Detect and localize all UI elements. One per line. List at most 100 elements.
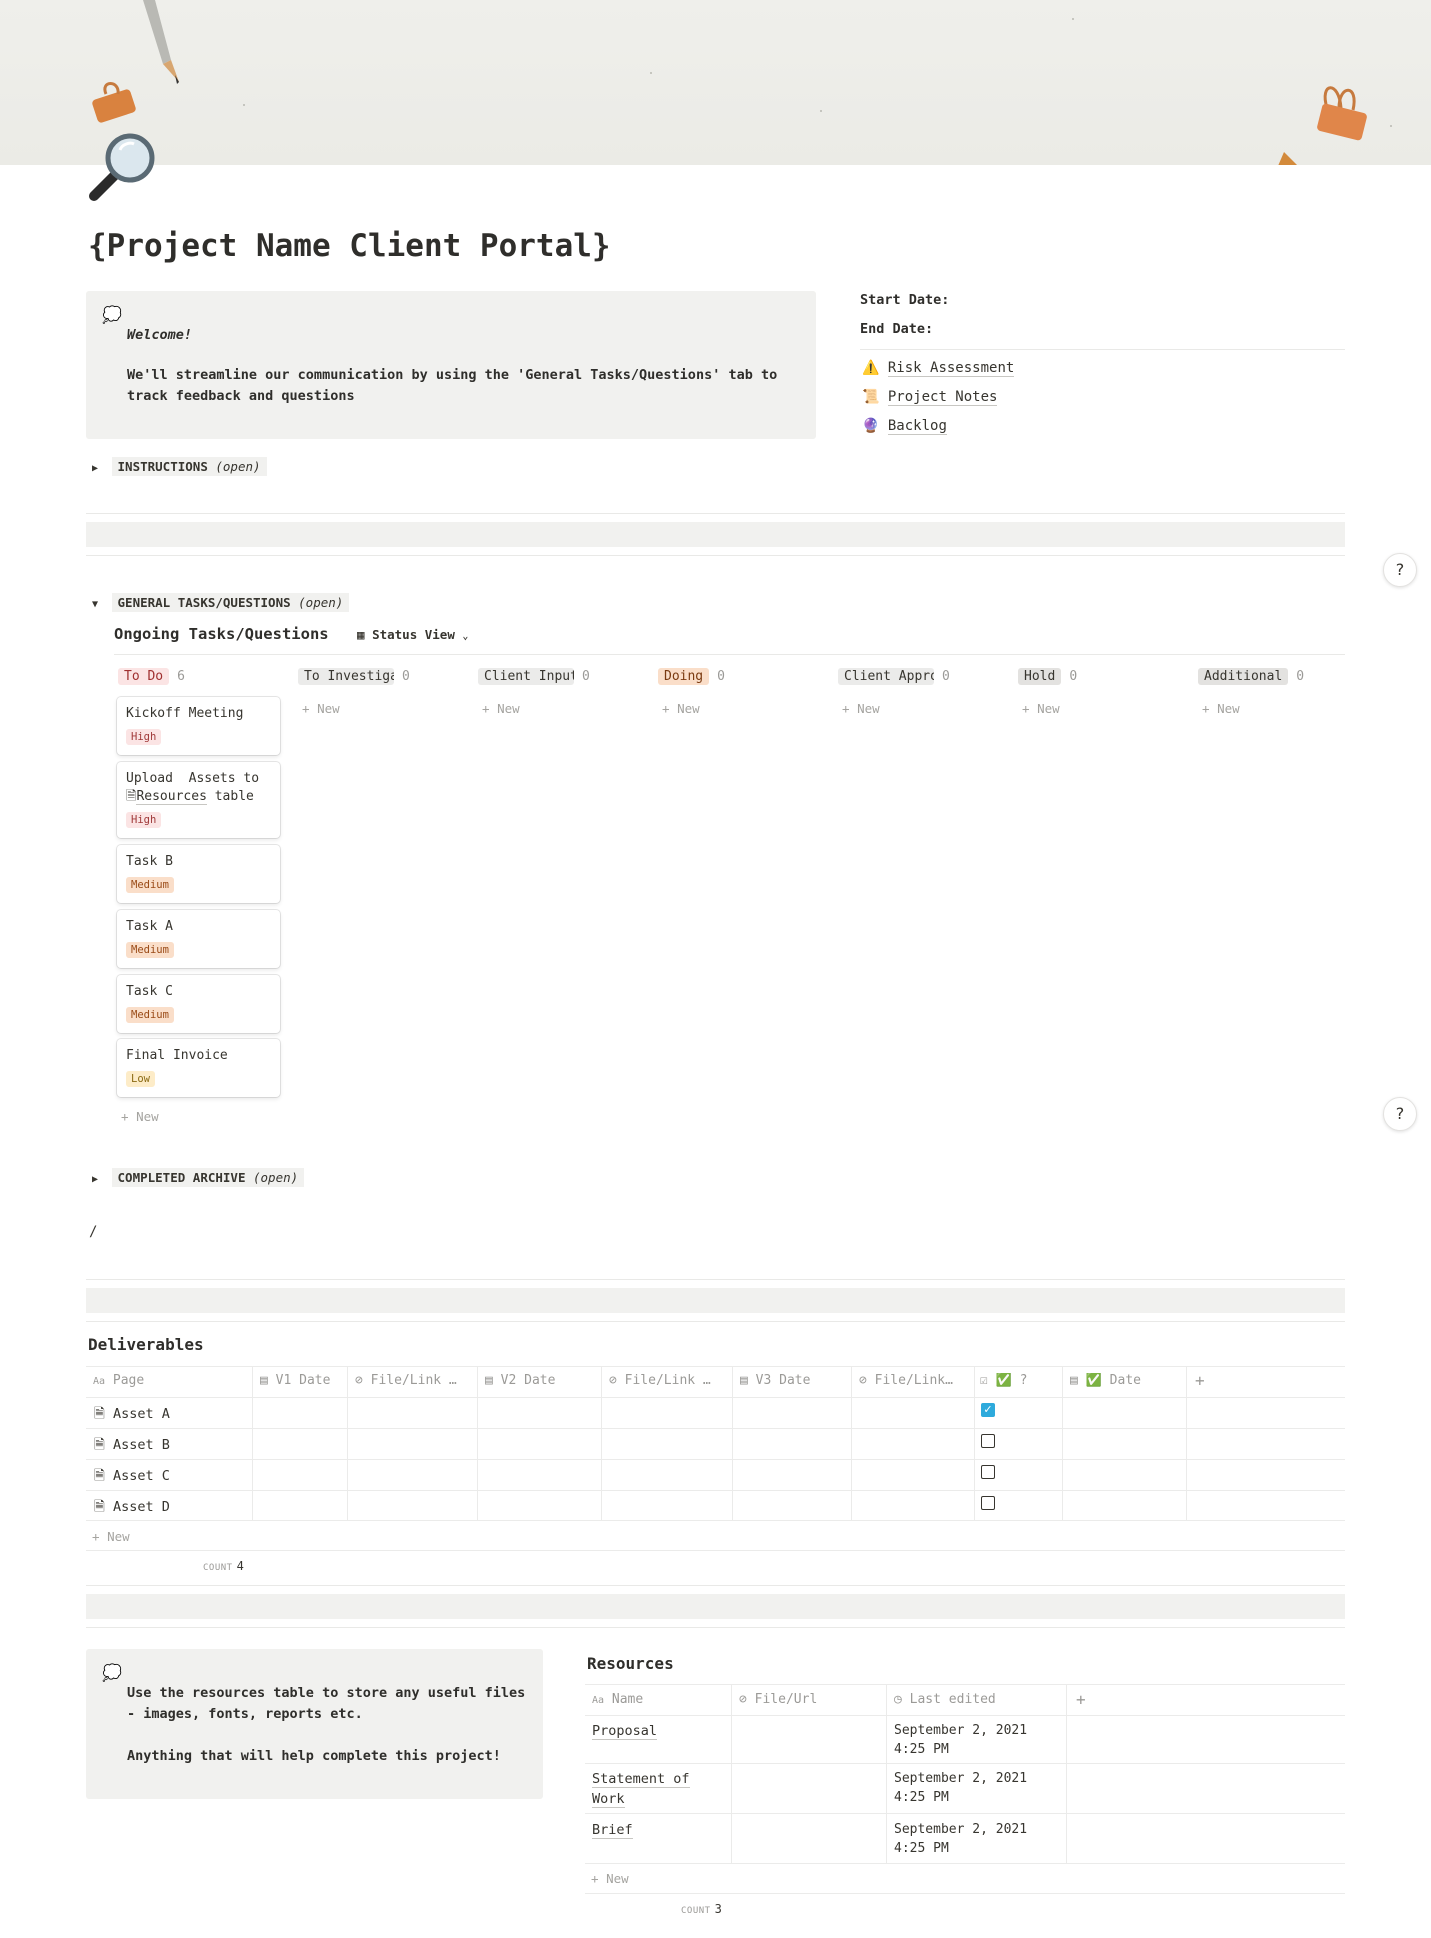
triangle-right-icon[interactable]: ▶ bbox=[92, 1174, 104, 1185]
column-header-file-link-3[interactable]: ⊘ File/Link… bbox=[859, 1373, 971, 1388]
board-card[interactable]: Task A Medium bbox=[117, 910, 280, 968]
table-border bbox=[1062, 1366, 1063, 1520]
resources-title[interactable]: Resources bbox=[587, 1654, 674, 1673]
board-card[interactable]: Task C Medium bbox=[117, 975, 280, 1033]
toggle-completed-archive[interactable]: ▶ COMPLETED ARCHIVE (open) bbox=[92, 1168, 305, 1187]
row-name: Asset C bbox=[113, 1468, 170, 1484]
new-label: New bbox=[136, 1109, 159, 1124]
triangle-down-icon[interactable]: ▼ bbox=[92, 599, 104, 610]
deliverables-title[interactable]: Deliverables bbox=[88, 1335, 204, 1354]
new-card-button[interactable]: + New bbox=[482, 701, 520, 716]
toggle-general-tasks[interactable]: ▼ GENERAL TASKS/QUESTIONS (open) bbox=[92, 593, 350, 612]
new-card-button[interactable]: + New bbox=[1202, 701, 1240, 716]
board-card[interactable]: Task B Medium bbox=[117, 845, 280, 903]
column-header-approved[interactable]: ☑ ✅ ? bbox=[980, 1373, 1060, 1388]
row-name: Statement of Work bbox=[592, 1771, 690, 1808]
help-button[interactable]: ? bbox=[1383, 553, 1417, 587]
table-border bbox=[86, 1366, 1345, 1367]
column-header-file-url[interactable]: ⊘ File/Url bbox=[739, 1692, 817, 1707]
new-row-button[interactable]: + New bbox=[591, 1871, 629, 1886]
link-backlog[interactable]: 🔮 Backlog bbox=[862, 418, 947, 435]
magnifying-glass-icon[interactable] bbox=[86, 128, 162, 204]
row-name: Asset D bbox=[113, 1499, 170, 1515]
page-title[interactable]: {Project Name Client Portal} bbox=[88, 228, 611, 264]
column-header-v3-date[interactable]: ▤ V3 Date bbox=[740, 1373, 848, 1388]
new-card-button[interactable]: + New bbox=[662, 701, 700, 716]
column-count: 0 bbox=[1069, 669, 1078, 684]
new-card-button[interactable]: + New bbox=[302, 701, 340, 716]
header-label: V2 Date bbox=[500, 1373, 556, 1388]
column-client-approval[interactable]: Client Approval 0 bbox=[838, 668, 950, 685]
triangle-right-icon[interactable]: ▶ bbox=[92, 463, 104, 474]
table-row[interactable]: Proposal bbox=[592, 1721, 722, 1741]
link-risk-assessment[interactable]: ⚠️ Risk Assessment bbox=[862, 360, 1015, 377]
column-header-file-link-1[interactable]: ⊘ File/Link … bbox=[355, 1373, 475, 1388]
divider bbox=[86, 1585, 1345, 1586]
link-project-notes[interactable]: 📜 Project Notes bbox=[862, 389, 998, 406]
table-row[interactable]: 🗎 Asset B bbox=[94, 1435, 170, 1458]
toggle-label: INSTRUCTIONS bbox=[117, 459, 208, 474]
table-border bbox=[1186, 1366, 1187, 1520]
new-card-button[interactable]: + New bbox=[121, 1109, 159, 1124]
empty-block[interactable]: / bbox=[89, 1224, 97, 1240]
approved-checkbox[interactable]: ✓ bbox=[981, 1403, 995, 1417]
status-tag: Hold bbox=[1018, 668, 1062, 685]
column-to-investigate[interactable]: To Investigate 0 bbox=[298, 668, 410, 685]
column-client-input[interactable]: Client Input 0 bbox=[478, 668, 590, 685]
header-label: Name bbox=[611, 1692, 644, 1707]
thought-bubble-icon: 💭 bbox=[102, 305, 122, 324]
add-column-button[interactable]: + bbox=[1076, 1690, 1086, 1709]
table-border bbox=[732, 1366, 733, 1520]
resources-mention[interactable]: Resources bbox=[136, 789, 207, 805]
column-header-v1-date[interactable]: ▤ V1 Date bbox=[260, 1373, 345, 1388]
column-header-last-edited[interactable]: ◷ Last edited bbox=[894, 1692, 996, 1707]
row-name: Brief bbox=[592, 1822, 633, 1839]
table-border bbox=[585, 1715, 1345, 1716]
table-row[interactable]: Brief bbox=[592, 1820, 722, 1840]
table-row[interactable]: 🗎 Asset D bbox=[94, 1497, 170, 1520]
column-header-name[interactable]: Aa Name bbox=[592, 1692, 643, 1707]
approved-checkbox[interactable] bbox=[981, 1496, 995, 1510]
toggle-instructions[interactable]: ▶ INSTRUCTIONS (open) bbox=[92, 457, 267, 476]
board-card[interactable]: Kickoff Meeting High bbox=[117, 697, 280, 755]
text-property-icon: Aa bbox=[93, 1376, 106, 1387]
column-additional[interactable]: Additional 0 bbox=[1198, 668, 1304, 685]
column-header-file-link-2[interactable]: ⊘ File/Link … bbox=[609, 1373, 729, 1388]
card-title: Final Invoice bbox=[126, 1048, 228, 1063]
new-card-button[interactable]: + New bbox=[842, 701, 880, 716]
table-border bbox=[585, 1813, 1345, 1814]
approved-checkbox[interactable] bbox=[981, 1465, 995, 1479]
binder-clip-icon bbox=[1317, 86, 1367, 141]
link-label: Project Notes bbox=[887, 389, 998, 406]
board-card[interactable]: Upload Assets to 🗎Resources table High bbox=[117, 762, 280, 838]
column-header-page[interactable]: Aa Page bbox=[93, 1373, 248, 1388]
card-title: Upload Assets to 🗎Resources table bbox=[126, 771, 260, 805]
column-todo[interactable]: To Do 6 bbox=[118, 668, 185, 685]
table-row[interactable]: 🗎 Asset A bbox=[94, 1404, 170, 1427]
divider bbox=[86, 555, 1345, 556]
approved-checkbox[interactable] bbox=[981, 1434, 995, 1448]
view-switcher[interactable]: ▦ Status View ⌄ bbox=[357, 627, 468, 642]
table-row[interactable]: 🗎 Asset C bbox=[94, 1466, 170, 1489]
end-date-label: End Date: bbox=[860, 321, 934, 337]
new-label: New bbox=[606, 1871, 629, 1886]
count-label: COUNT bbox=[681, 1906, 711, 1916]
table-row[interactable]: Statement of Work bbox=[592, 1769, 722, 1809]
help-button[interactable]: ? bbox=[1383, 1097, 1417, 1131]
column-count: 0 bbox=[402, 669, 410, 684]
callout-heading: Welcome! bbox=[127, 327, 193, 343]
new-row-button[interactable]: + New bbox=[92, 1529, 130, 1544]
calendar-icon: ▤ bbox=[485, 1373, 493, 1388]
divider bbox=[86, 1279, 1345, 1280]
column-hold[interactable]: Hold 0 bbox=[1018, 668, 1077, 685]
add-column-button[interactable]: + bbox=[1195, 1371, 1205, 1390]
board-title[interactable]: Ongoing Tasks/Questions bbox=[114, 625, 329, 643]
board-card[interactable]: Final Invoice Low bbox=[117, 1039, 280, 1097]
column-header-approved-date[interactable]: ▤ ✅ Date bbox=[1070, 1373, 1182, 1388]
column-header-v2-date[interactable]: ▤ V2 Date bbox=[485, 1373, 597, 1388]
new-card-button[interactable]: + New bbox=[1022, 701, 1060, 716]
header-label: Page bbox=[112, 1373, 145, 1388]
spacer-band bbox=[86, 1288, 1345, 1313]
column-doing[interactable]: Doing 0 bbox=[658, 668, 725, 685]
resources-callout: 💭 Use the resources table to store any u… bbox=[86, 1649, 543, 1799]
